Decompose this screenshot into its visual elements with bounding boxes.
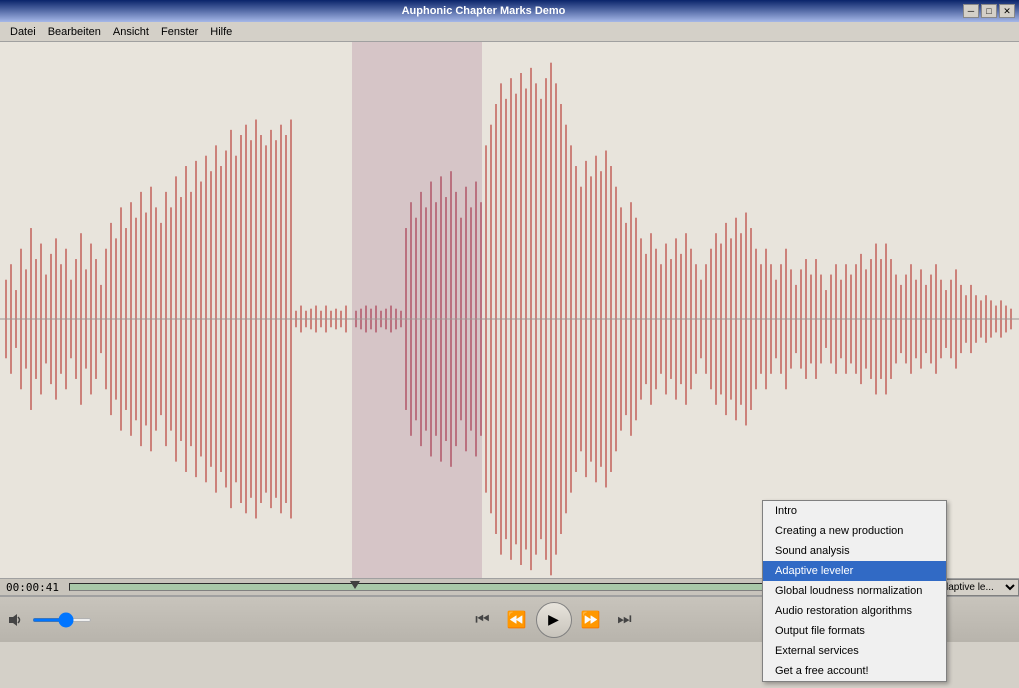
main-area: 00:00:41 Adaptive le... ⏮ ⏪ ▶ ⏩ ⏭ Intro …: [0, 42, 1019, 642]
menu-ansicht[interactable]: Ansicht: [107, 24, 155, 40]
maximize-button[interactable]: □: [981, 4, 997, 18]
skip-forward-button[interactable]: ⏭: [610, 605, 640, 635]
context-menu-item-adaptive-leveler[interactable]: Adaptive leveler: [763, 561, 946, 581]
context-menu-item-output-formats[interactable]: Output file formats: [763, 621, 946, 641]
context-menu-item-sound-analysis[interactable]: Sound analysis: [763, 541, 946, 561]
context-menu-item-external-services[interactable]: External services: [763, 641, 946, 661]
close-button[interactable]: ✕: [999, 4, 1015, 18]
window-title: Auphonic Chapter Marks Demo: [4, 5, 963, 17]
context-menu-item-audio-restoration[interactable]: Audio restoration algorithms: [763, 601, 946, 621]
menu-fenster[interactable]: Fenster: [155, 24, 204, 40]
minimize-button[interactable]: ─: [963, 4, 979, 18]
volume-icon: [8, 612, 24, 628]
context-menu-item-free-account[interactable]: Get a free account!: [763, 661, 946, 681]
title-bar-controls: ─ □ ✕: [963, 4, 1015, 18]
time-display: 00:00:41: [0, 581, 65, 594]
play-button[interactable]: ▶: [536, 602, 572, 638]
menu-hilfe[interactable]: Hilfe: [204, 24, 238, 40]
volume-slider[interactable]: [32, 618, 92, 622]
skip-back-button[interactable]: ⏮: [468, 605, 498, 635]
menu-datei[interactable]: Datei: [4, 24, 42, 40]
timeline-marker: [350, 581, 360, 589]
forward-button[interactable]: ⏩: [576, 605, 606, 635]
context-menu-item-intro[interactable]: Intro: [763, 501, 946, 521]
context-menu-item-loudness[interactable]: Global loudness normalization: [763, 581, 946, 601]
context-menu-item-creating[interactable]: Creating a new production: [763, 521, 946, 541]
context-menu: Intro Creating a new production Sound an…: [762, 500, 947, 682]
menu-bar: Datei Bearbeiten Ansicht Fenster Hilfe: [0, 22, 1019, 42]
rewind-button[interactable]: ⏪: [502, 605, 532, 635]
menu-bearbeiten[interactable]: Bearbeiten: [42, 24, 107, 40]
title-bar: Auphonic Chapter Marks Demo ─ □ ✕: [0, 0, 1019, 22]
